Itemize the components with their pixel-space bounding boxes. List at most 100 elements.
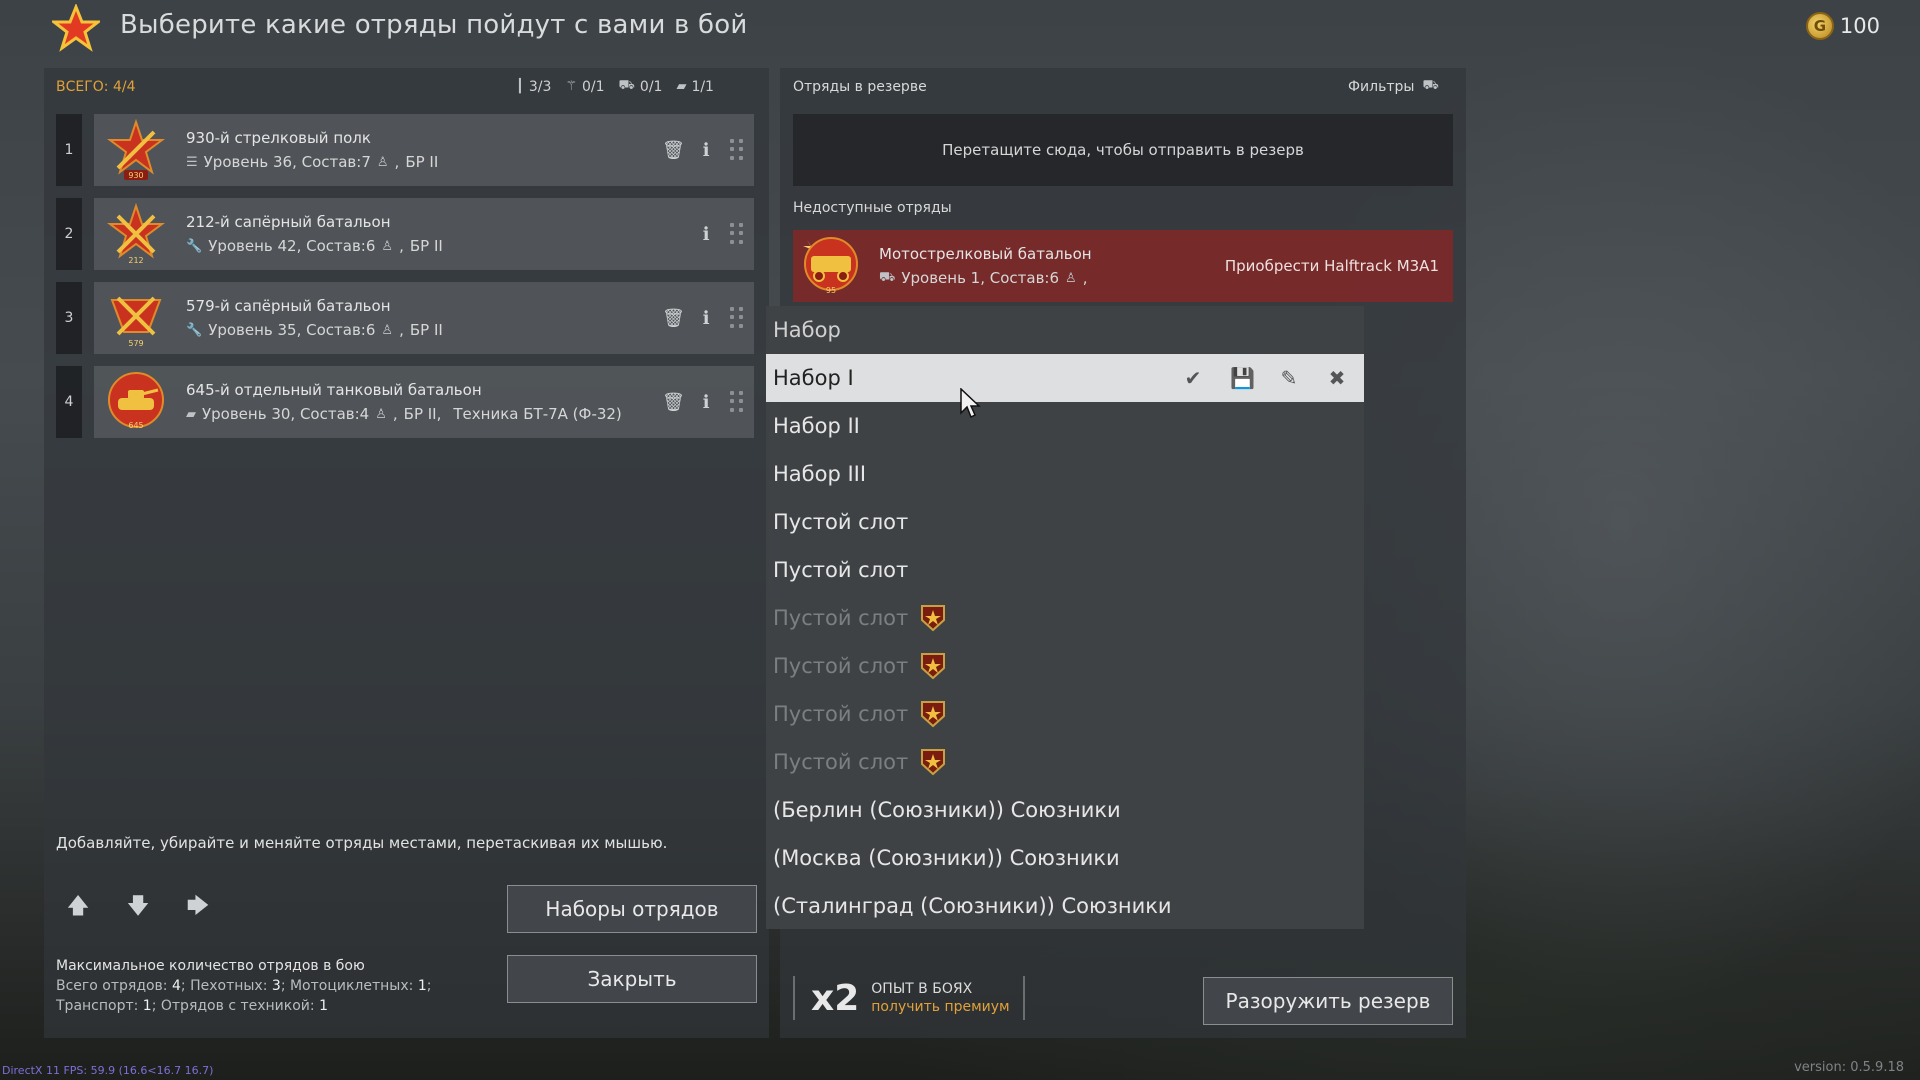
filters-button[interactable]: Фильтры ⛟ — [1348, 78, 1439, 95]
svg-text:95: 95 — [826, 286, 836, 295]
rifle-regiment-emblem-icon: 930 — [107, 118, 165, 180]
reserve-title: Отряды в резерве — [793, 79, 927, 95]
sapper-battalion-emblem-icon: 212 — [107, 202, 165, 265]
limits-line-2: Транспорт: 1; Отрядов с техникой: 1 — [56, 998, 328, 1014]
drag-handle-icon[interactable] — [730, 391, 744, 413]
gold-balance: G 100 — [1805, 12, 1880, 40]
disarm-reserve-button[interactable]: Разоружить резерв — [1203, 977, 1453, 1025]
check-icon[interactable]: ✔ — [1182, 366, 1204, 390]
squad-row[interactable]: 3 579 579-й сапёрный батальон 🔧 Уровень … — [56, 282, 754, 354]
wrench-icon: 🔧 — [186, 238, 203, 254]
x2-badge: x2 — [811, 977, 860, 1019]
squad-meta: 🔧 Уровень 42, Состав:6 ♙, БР II — [186, 237, 443, 255]
set-item-locked[interactable]: Пустой слот — [766, 690, 1364, 738]
squad-meta: ⛟ Уровень 1, Состав:6 ♙, — [879, 269, 1088, 287]
dropdown-header: Набор — [773, 318, 841, 342]
drag-handle-icon[interactable] — [730, 307, 744, 329]
premium-promo[interactable]: x2 ОПЫТ В БОЯХ получить премиум — [793, 976, 1025, 1020]
person-icon: ♙ — [375, 406, 387, 422]
premium-line-1: ОПЫТ В БОЯХ — [871, 981, 973, 997]
reserve-drop-zone[interactable]: Перетащите сюда, чтобы отправить в резер… — [793, 114, 1453, 186]
squad-card[interactable]: 645 645-й отдельный танковый батальон ▰ … — [94, 366, 754, 438]
premium-lock-icon — [921, 701, 946, 728]
set-item[interactable]: Набор II — [766, 402, 1364, 450]
tank-icon: ▰ — [676, 79, 687, 94]
trash-icon[interactable]: 🗑 — [662, 392, 685, 413]
arrow-down-icon[interactable]: 🡇 — [118, 888, 158, 928]
set-item[interactable]: (Москва (Союзники)) Союзники — [766, 834, 1364, 882]
arrow-right-icon[interactable]: 🡆 — [178, 888, 218, 928]
trash-icon[interactable]: 🗑 — [662, 308, 685, 329]
tank-battalion-emblem-icon: 645 — [108, 372, 164, 430]
svg-text:579: 579 — [128, 339, 143, 348]
premium-lock-icon — [921, 653, 946, 680]
version-label: version: 0.5.9.18 — [1794, 1060, 1904, 1075]
squad-row[interactable]: 1 930 930-й стрелковый полк ☰ Уровень 36… — [56, 114, 754, 186]
buy-vehicle-link[interactable]: Приобрести Halftrack M3A1 — [1225, 257, 1439, 275]
arrow-up-icon[interactable]: 🡅 — [58, 888, 98, 928]
drag-handle-icon[interactable] — [730, 223, 744, 245]
person-icon: ♙ — [381, 238, 394, 254]
set-item[interactable]: (Сталинград (Союзники)) Союзники — [766, 882, 1364, 930]
get-premium-link[interactable]: получить премиум — [871, 999, 1009, 1015]
set-item[interactable]: Пустой слот — [766, 546, 1364, 594]
squad-name: 212-й сапёрный батальон — [186, 213, 391, 231]
squad-type-counters: ┃ 3/3 ⚚ 0/1 ⛟ 0/1 ▰ 1/1 — [516, 78, 714, 95]
info-icon[interactable]: ℹ — [696, 308, 716, 329]
squad-slot-number: 1 — [56, 114, 82, 186]
squad-sets-button[interactable]: Наборы отрядов — [507, 885, 757, 933]
info-icon[interactable]: ℹ — [696, 224, 716, 245]
premium-lock-icon — [921, 749, 946, 776]
counter-tanks: ▰ 1/1 — [676, 78, 714, 95]
squad-name: Мотострелковый батальон — [879, 245, 1092, 263]
infantry-list-icon: ☰ — [186, 154, 198, 170]
squad-card[interactable]: 212 212-й сапёрный батальон 🔧 Уровень 42… — [94, 198, 754, 270]
info-icon[interactable]: ℹ — [696, 392, 716, 413]
sapper-battalion-emblem-icon: 579 — [110, 296, 162, 348]
paratrooper-icon: ⚚ — [565, 79, 578, 94]
gold-amount: 100 — [1839, 14, 1880, 38]
fps-counter: DirectX 11 FPS: 59.9 (16.6<16.7 16.7) — [2, 1064, 214, 1077]
set-item-locked[interactable]: Пустой слот — [766, 642, 1364, 690]
unavailable-squad-card[interactable]: 95 Мотострелковый батальон ⛟ Уровень 1, … — [793, 230, 1453, 302]
squad-limits: Максимальное количество отрядов в бою Вс… — [56, 956, 431, 1016]
squad-row[interactable]: 2 212 212-й сапёрный батальон 🔧 Уровень … — [56, 198, 754, 270]
counter-paratroopers: ⚚ 0/1 — [565, 78, 605, 95]
squad-meta: 🔧 Уровень 35, Состав:6 ♙, БР II — [186, 321, 443, 339]
motorized-battalion-emblem-icon: 95 — [803, 237, 858, 295]
set-item[interactable]: (Берлин (Союзники)) Союзники — [766, 786, 1364, 834]
info-icon[interactable]: ℹ — [696, 140, 716, 161]
squad-row[interactable]: 4 645 645-й отдельный танковый батальон … — [56, 366, 754, 438]
close-icon[interactable]: ✖ — [1326, 366, 1348, 390]
wrench-icon: 🔧 — [186, 322, 203, 338]
squad-sets-dropdown: Набор Набор I ✔ 💾 ✎ ✖ Набор II Набор III… — [766, 306, 1364, 929]
svg-text:212: 212 — [128, 256, 143, 265]
arrow-controls: 🡅 🡇 🡆 — [58, 888, 218, 928]
drag-hint: Добавляйте, убирайте и меняйте отряды ме… — [56, 834, 668, 852]
squad-meta: ☰ Уровень 36, Состав:7 ♙, БР II — [186, 153, 439, 171]
gold-coin-icon: G — [1805, 12, 1834, 40]
squad-meta: ▰ Уровень 30, Состав:4 ♙, БР II, Техника … — [186, 405, 622, 423]
set-item-locked[interactable]: Пустой слот — [766, 738, 1364, 786]
set-item[interactable]: Набор I ✔ 💾 ✎ ✖ — [766, 354, 1364, 402]
set-item[interactable]: Пустой слот — [766, 498, 1364, 546]
close-button[interactable]: Закрыть — [507, 955, 757, 1003]
squad-card[interactable]: 930 930-й стрелковый полк ☰ Уровень 36, … — [94, 114, 754, 186]
trash-icon[interactable]: 🗑 — [662, 140, 685, 161]
person-icon: ♙ — [376, 154, 389, 170]
limits-title: Максимальное количество отрядов в бою — [56, 958, 365, 974]
save-icon[interactable]: 💾 — [1230, 366, 1255, 390]
edit-pencil-icon[interactable]: ✎ — [1278, 366, 1300, 390]
squad-card[interactable]: 579 579-й сапёрный батальон 🔧 Уровень 35… — [94, 282, 754, 354]
squad-slot-number: 4 — [56, 366, 82, 438]
star-icon — [49, 2, 103, 52]
set-item[interactable]: Набор III — [766, 450, 1364, 498]
squad-name: 930-й стрелковый полк — [186, 129, 371, 147]
drag-handle-icon[interactable] — [730, 139, 744, 161]
squad-name: 645-й отдельный танковый батальон — [186, 381, 482, 399]
tank-icon: ▰ — [186, 406, 196, 422]
set-item-locked[interactable]: Пустой слот — [766, 594, 1364, 642]
svg-text:930: 930 — [128, 171, 143, 180]
unavailable-title: Недоступные отряды — [793, 200, 952, 216]
svg-text:645: 645 — [128, 421, 143, 430]
